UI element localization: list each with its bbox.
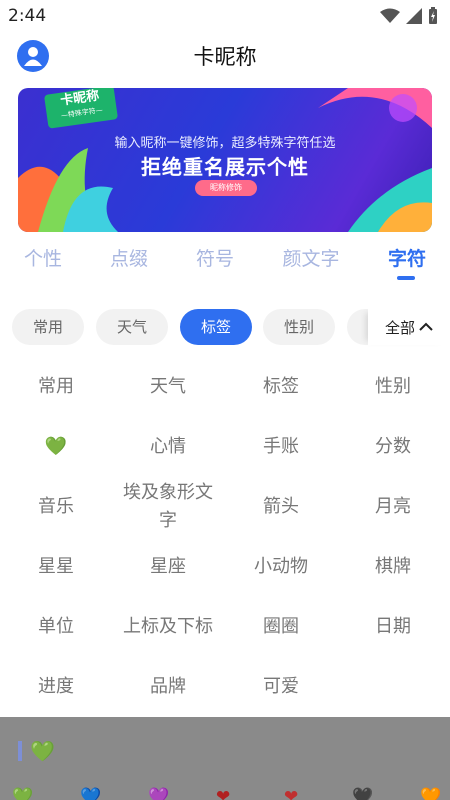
grid-item[interactable]: 棋牌 [337,538,449,596]
grid-item[interactable]: 心情 [112,418,224,476]
grid-item[interactable]: 埃及象形文字 [112,478,224,536]
active-tab-indicator [397,276,415,280]
grid-item[interactable]: 进度 [0,658,112,716]
app-header: 卡昵称 [0,32,450,80]
symbol-item[interactable]: 🧡 [420,787,441,800]
chip-changyong[interactable]: 常用 [12,309,84,345]
grid-item[interactable]: 💚 [0,418,112,476]
grid-item[interactable]: 分数 [337,418,449,476]
symbol-item[interactable]: 💚 [12,787,33,800]
all-categories-button[interactable]: 全部 [368,309,450,345]
banner-tagline: 输入昵称一键修饰，超多特殊字符任选 [114,136,336,151]
chip-tianqi[interactable]: 天气 [96,309,168,345]
grid-item[interactable]: 性别 [337,358,449,416]
grid-item[interactable]: 天气 [112,358,224,416]
grid-item[interactable]: 日期 [337,598,449,656]
grid-item[interactable]: 箭头 [225,478,337,536]
symbol-item[interactable]: ❤ [216,787,230,800]
tab-zifu[interactable]: 字符 [388,244,426,271]
tab-dianzhui[interactable]: 点缀 [110,244,148,271]
grid-item[interactable]: 单位 [0,598,112,656]
grid-item[interactable]: 星座 [112,538,224,596]
grid-item[interactable]: 星星 [0,538,112,596]
tab-gexing[interactable]: 个性 [24,244,62,271]
user-icon [24,47,42,66]
status-bar: 2:44 [0,0,450,32]
grid-item[interactable]: 圈圈 [225,598,337,656]
subcategory-chips: 常用 天气 标签 性别 全部 [0,309,450,347]
banner-cta-button[interactable]: 昵称修饰 [195,180,257,196]
grid-item[interactable]: 月亮 [337,478,449,536]
signal-icon [406,8,422,24]
all-categories-label: 全部 [384,318,415,337]
preview-text[interactable]: 💚 [30,739,55,763]
banner-headline: 拒绝重名展示个性 [141,155,309,179]
symbol-row: 💚 💙 💜 ❤ ❤ 🖤 🧡 [0,787,450,800]
preview-overlay: 💚 💚 💙 💜 ❤ ❤ 🖤 🧡 [0,717,450,800]
status-time: 2:44 [8,6,47,26]
grid-item[interactable]: 品牌 [112,658,224,716]
category-tabs: 个性 点缀 符号 颜文字 字符 [0,244,450,280]
grid-item[interactable]: 可爱 [225,658,337,716]
symbol-item[interactable]: 💜 [148,787,169,800]
grid-item[interactable]: 标签 [225,358,337,416]
tab-yanwenzi[interactable]: 颜文字 [282,244,339,271]
grid-item[interactable]: 手账 [225,418,337,476]
wifi-icon [380,8,400,23]
text-cursor [18,741,22,761]
grid-item[interactable]: 常用 [0,358,112,416]
grid-item[interactable]: 小动物 [225,538,337,596]
status-icons [380,7,438,25]
user-avatar[interactable] [17,40,49,72]
symbol-item[interactable]: 💙 [80,787,101,800]
chip-biaoqian[interactable]: 标签 [180,309,252,345]
grid-item[interactable]: 音乐 [0,478,112,536]
symbol-item[interactable]: 🖤 [352,787,373,800]
chevron-up-icon [419,322,433,331]
tab-fuhao[interactable]: 符号 [196,244,234,271]
chip-xingbie[interactable]: 性别 [263,309,335,345]
page-title: 卡昵称 [193,45,257,69]
promo-banner[interactable]: 卡昵称 —特殊字符— 输入昵称一键修饰，超多特殊字符任选 拒绝重名展示个性 昵称… [18,88,432,232]
symbol-item[interactable]: ❤ [284,787,298,800]
battery-icon [429,7,437,24]
grid-item[interactable]: 上标及下标 [112,598,224,656]
